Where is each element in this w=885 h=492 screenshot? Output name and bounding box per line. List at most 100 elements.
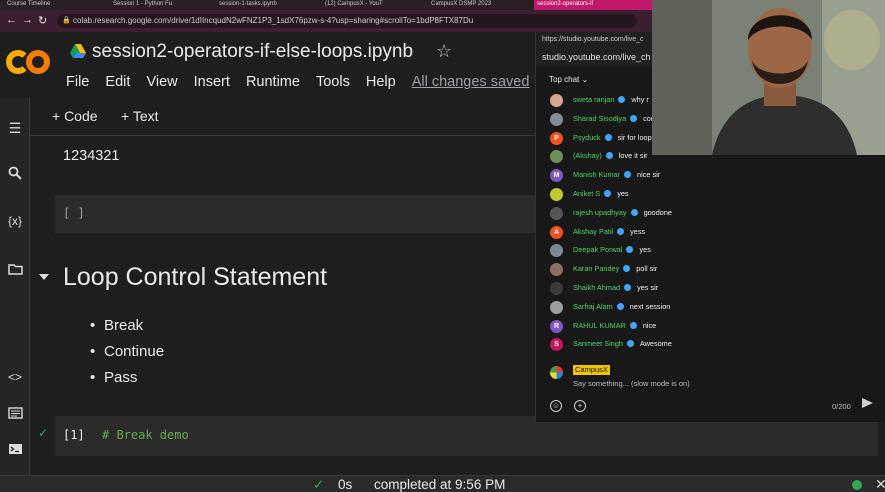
- emoji-icon[interactable]: ☺: [550, 400, 562, 412]
- add-text-cell-button[interactable]: + Text: [121, 108, 159, 124]
- menu-view[interactable]: View: [146, 74, 177, 90]
- executed-check-icon: ✓: [38, 426, 49, 440]
- user-avatar[interactable]: [550, 244, 563, 258]
- member-badge-icon: [617, 227, 625, 235]
- user-avatar[interactable]: [550, 300, 563, 314]
- colab-logo[interactable]: [6, 48, 52, 78]
- colab-header: session2-operators-if-else-loops.ipynb ☆…: [0, 32, 535, 98]
- user-avatar[interactable]: A: [550, 225, 563, 239]
- user-avatar[interactable]: P: [550, 131, 563, 145]
- chat-username[interactable]: Sarfraj Alam next session: [573, 302, 670, 312]
- folder-icon[interactable]: [5, 262, 25, 278]
- add-code-cell-button[interactable]: + Code: [52, 108, 98, 124]
- section-heading: Loop Control Statement: [63, 263, 328, 291]
- chat-message-text: sir for loop: [617, 132, 652, 142]
- terminal-icon[interactable]: [5, 442, 25, 458]
- chat-mode-dropdown[interactable]: Top chat ⌄: [549, 75, 588, 84]
- browser-tab[interactable]: CampusX DSMP 2023: [428, 0, 528, 10]
- notebook-title[interactable]: session2-operators-if-else-loops.ipynb: [92, 41, 413, 63]
- close-icon[interactable]: ✕: [875, 476, 885, 492]
- menu-tools[interactable]: Tools: [316, 74, 350, 90]
- user-avatar[interactable]: [550, 94, 563, 107]
- send-icon[interactable]: [862, 398, 873, 408]
- chat-message: Deepak Porwal yes: [548, 244, 878, 263]
- chat-message-text: yes sir: [637, 282, 659, 292]
- menu-help[interactable]: Help: [366, 74, 396, 90]
- member-badge-icon: [630, 114, 638, 122]
- chat-message-text: Awesome: [639, 339, 672, 349]
- chat-message-text: why r: [631, 95, 649, 104]
- google-drive-icon[interactable]: [70, 44, 86, 58]
- code-text[interactable]: # Break demo: [102, 428, 189, 442]
- member-badge-icon: [624, 171, 632, 179]
- menu-runtime[interactable]: Runtime: [246, 74, 300, 90]
- char-counter: 0/200: [832, 402, 851, 411]
- chat-message-text: nice: [642, 320, 657, 330]
- run-cell-prompt[interactable]: [ ]: [63, 206, 85, 220]
- user-avatar[interactable]: [550, 281, 563, 295]
- search-icon[interactable]: [5, 166, 25, 183]
- command-palette-icon[interactable]: [5, 406, 25, 422]
- url-input[interactable]: 🔒 colab.research.google.com/drive/1dIInc…: [57, 14, 637, 28]
- code-snippets-icon[interactable]: <>: [5, 370, 25, 384]
- menu-file[interactable]: File: [66, 74, 89, 90]
- variables-icon[interactable]: {x}: [5, 214, 25, 228]
- member-badge-icon: [605, 152, 613, 160]
- member-badge-icon: [604, 189, 612, 197]
- collapse-section-icon[interactable]: [39, 274, 49, 280]
- chat-username[interactable]: rajesh upadhyay goodone: [573, 208, 672, 218]
- add-super-chat-icon[interactable]: +: [574, 400, 586, 412]
- user-avatar[interactable]: [550, 263, 563, 277]
- chat-message-text: yes: [617, 188, 629, 198]
- browser-tab[interactable]: Course Timeline: [4, 0, 104, 10]
- forward-icon[interactable]: →: [22, 14, 33, 26]
- lock-icon: 🔒: [62, 17, 71, 24]
- empty-code-cell[interactable]: [ ]: [55, 195, 535, 233]
- chat-input[interactable]: Say something... (slow mode is on): [573, 379, 690, 388]
- popup-url-full: https://studio.youtube.com/live_c: [542, 36, 644, 43]
- user-avatar[interactable]: [550, 112, 563, 126]
- save-status-link[interactable]: All changes saved: [412, 74, 530, 90]
- star-icon[interactable]: ☆: [436, 41, 452, 62]
- browser-tab[interactable]: Session 1 - Python Fu: [110, 0, 210, 10]
- back-icon[interactable]: ←: [6, 14, 17, 26]
- chat-username[interactable]: Sharad Sisodiya cor: [573, 114, 653, 124]
- execution-status: completed at 9:56 PM: [374, 477, 506, 492]
- reload-icon[interactable]: ↻: [38, 14, 47, 27]
- user-avatar[interactable]: M: [550, 169, 563, 183]
- member-badge-icon: [624, 283, 632, 291]
- member-badge-icon: [626, 340, 634, 348]
- member-badge-icon: [604, 133, 612, 141]
- chat-username[interactable]: Karan Pandey poll sir: [573, 264, 657, 274]
- chat-username[interactable]: Akshay Patil yess: [573, 227, 645, 237]
- menu-insert[interactable]: Insert: [194, 74, 230, 90]
- menu-icon[interactable]: ☰: [5, 120, 25, 137]
- chat-username[interactable]: Manish Kumar nice sir: [573, 170, 660, 180]
- chat-username[interactable]: (Akshay) love it sir: [573, 151, 648, 161]
- chat-username[interactable]: RAHUL KUMAR nice: [573, 321, 656, 331]
- browser-tab[interactable]: (12) CampusX - YouT: [322, 0, 422, 10]
- chat-username[interactable]: Sanmeet Singh Awesome: [573, 339, 672, 349]
- browser-tab-active[interactable]: session2-operators-if: [534, 0, 652, 10]
- channel-name-badge: CampusX: [573, 365, 610, 375]
- user-avatar[interactable]: R: [550, 319, 563, 333]
- user-avatar[interactable]: S: [550, 338, 563, 352]
- chat-username[interactable]: Aniket Syes: [573, 189, 629, 199]
- chat-username[interactable]: sweta ranjan why r: [573, 95, 649, 105]
- chat-username[interactable]: Psyduck sir for loop: [573, 133, 652, 143]
- chat-username[interactable]: Deepak Porwal yes: [573, 245, 651, 255]
- member-badge-icon: [616, 302, 624, 310]
- menu-edit[interactable]: Edit: [105, 74, 130, 90]
- browser-tab[interactable]: session-1-tasks.ipynb: [216, 0, 316, 10]
- code-cell[interactable]: [1] # Break demo: [55, 416, 878, 456]
- chat-username[interactable]: Shaikh Ahmad yes sir: [573, 283, 658, 293]
- chat-message: M Manish Kumar nice sir: [548, 169, 878, 188]
- chat-message-text: yes: [639, 245, 651, 255]
- user-avatar[interactable]: [550, 206, 563, 220]
- left-sidebar: ☰ {x} <>: [0, 98, 30, 492]
- execution-count: [1]: [63, 428, 85, 442]
- user-avatar[interactable]: [550, 150, 563, 164]
- chat-message: Shaikh Ahmad yes sir: [548, 281, 878, 301]
- user-avatar[interactable]: [550, 187, 563, 201]
- bullet-list: Break Continue Pass: [90, 317, 164, 395]
